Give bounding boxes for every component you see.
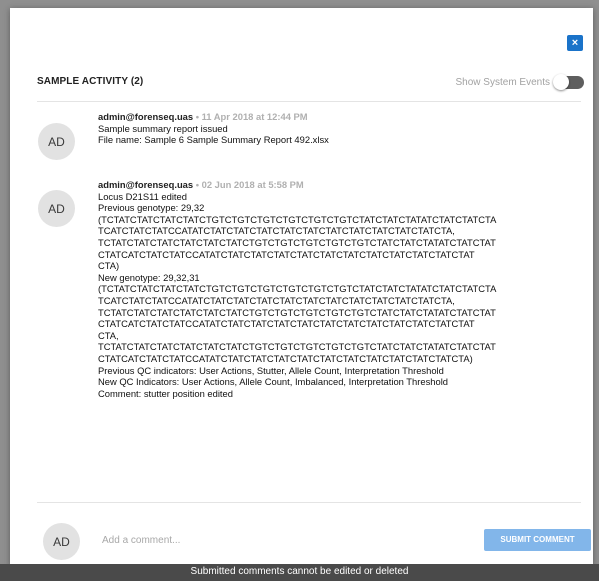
entry-line: CTATCATCTATCTATCCATATCTATCTATCTATCTATCTA…: [98, 352, 473, 364]
entry-line: (TCTATCTATCTATCTATCTGTCTGTCTGTCTGTCTGTCT…: [98, 283, 497, 295]
avatar: AD: [38, 190, 75, 227]
entry-line: CTATCATCTATCTATCCATATCTATCTATCTATCTATCTA…: [98, 248, 475, 260]
entry-timestamp: 11 Apr 2018 at 12:44 PM: [201, 111, 308, 122]
entry-line: CTA,: [98, 329, 119, 341]
entry-line: New genotype: 29,32,31: [98, 271, 200, 283]
divider: [37, 101, 581, 102]
entry-header: admin@forenseq.uas • 02 Jun 2018 at 5:58…: [98, 179, 578, 191]
entry-line: TCTATCTATCTATCTATCTATCTATCTGTCTGTCTGTCTG…: [98, 236, 496, 248]
entry-line: TCATCTATCTATCCATATCTATCTATCTATCTATCTATCT…: [98, 294, 455, 306]
entry-line: Previous genotype: 29,32: [98, 202, 205, 214]
modal-title: SAMPLE ACTIVITY (2): [37, 76, 144, 87]
divider: [37, 502, 581, 503]
entry-separator: •: [193, 111, 202, 122]
entry-timestamp: 02 Jun 2018 at 5:58 PM: [201, 179, 304, 190]
entry-line: Previous QC indicators: User Actions, St…: [98, 364, 444, 376]
entry-line: TCTATCTATCTATCTATCTATCTATCTGTCTGTCTGTCTG…: [98, 306, 496, 318]
activity-entry: admin@forenseq.uas • 02 Jun 2018 at 5:58…: [98, 179, 578, 399]
avatar: AD: [38, 123, 75, 160]
activity-entry: admin@forenseq.uas • 11 Apr 2018 at 12:4…: [98, 111, 578, 146]
entry-body: Sample summary report issued File name: S…: [98, 123, 578, 146]
entry-line: CTATCATCTATCTATCCATATCTATCTATCTATCTATCTA…: [98, 318, 475, 330]
entry-line: Comment: stutter position edited: [98, 387, 233, 399]
entry-user: admin@forenseq.uas: [98, 179, 194, 190]
toggle-knob: [553, 73, 569, 90]
entry-line: File name: Sample 6 Sample Summary Repor…: [98, 134, 329, 146]
system-events-toggle-row: Show System Events: [455, 73, 584, 90]
entry-line: CTA): [98, 260, 120, 272]
entry-header: admin@forenseq.uas • 11 Apr 2018 at 12:4…: [98, 111, 578, 123]
submit-comment-button[interactable]: SUBMIT COMMENT: [484, 529, 591, 551]
entry-line: Sample summary report issued: [98, 122, 228, 134]
entry-line: (TCTATCTATCTATCTATCTGTCTGTCTGTCTGTCTGTCT…: [98, 213, 497, 225]
entry-line: Locus D21S11 edited: [98, 190, 187, 202]
footer-notice: Submitted comments cannot be edited or d…: [0, 564, 599, 581]
entry-line: TCTATCTATCTATCTATCTATCTATCTGTCTGTCTGTCTG…: [98, 341, 496, 353]
comment-avatar: AD: [43, 523, 80, 560]
close-button[interactable]: ×: [567, 35, 583, 51]
entry-line: TCATCTATCTATCCATATCTATCTATCTATCTATCTATCT…: [98, 225, 455, 237]
sample-activity-modal: × SAMPLE ACTIVITY (2) Show System Events…: [10, 8, 593, 568]
entry-user: admin@forenseq.uas: [98, 111, 194, 122]
entry-body: Locus D21S11 edited Previous genotype: 29…: [98, 191, 578, 400]
entry-line: New QC Indicators: User Actions, Allele …: [98, 376, 448, 388]
show-system-events-toggle[interactable]: [553, 73, 584, 90]
entry-separator: •: [193, 179, 202, 190]
comment-input[interactable]: [102, 533, 432, 547]
toggle-label: Show System Events: [455, 76, 550, 88]
